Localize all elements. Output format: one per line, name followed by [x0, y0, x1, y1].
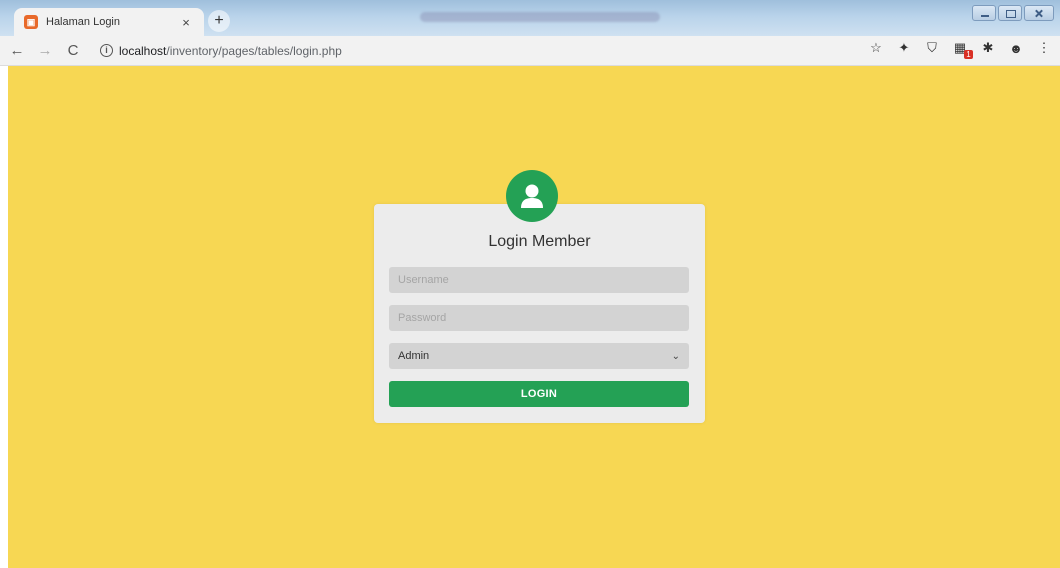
star-icon[interactable]: ☆	[868, 40, 884, 56]
close-window-button[interactable]	[1024, 5, 1054, 21]
url-host: localhost	[119, 43, 167, 58]
login-button[interactable]: LOGIN	[389, 381, 689, 407]
browser-titlebar: ▣ Halaman Login × +	[0, 0, 1060, 36]
app-favicon-icon: ▣	[24, 15, 38, 29]
tab-close-icon[interactable]: ×	[178, 15, 194, 30]
menu-dots-icon[interactable]: ⋮	[1036, 40, 1052, 56]
badge-extension-icon[interactable]: ▦	[952, 40, 973, 59]
tab-title: Halaman Login	[46, 16, 120, 28]
login-page: Login Member Admin ⌄ LOGIN	[8, 66, 1060, 568]
browser-toolbar: ← → C i localhost/inventory/pages/tables…	[0, 36, 1060, 66]
extensions-area: ☆ ✦ ⛉ ▦ ✱ ☻ ⋮	[868, 40, 1052, 59]
username-input[interactable]	[389, 267, 689, 293]
site-info-icon[interactable]: i	[100, 44, 113, 57]
profile-avatar-icon[interactable]: ☻	[1008, 41, 1024, 56]
window-title-blurred	[420, 12, 660, 22]
url-text: localhost/inventory/pages/tables/login.p…	[119, 44, 342, 58]
browser-tab[interactable]: ▣ Halaman Login ×	[14, 8, 204, 36]
role-select-value: Admin	[398, 350, 430, 362]
new-tab-button[interactable]: +	[208, 10, 230, 32]
chevron-down-icon: ⌄	[671, 350, 680, 362]
login-card: Login Member Admin ⌄ LOGIN	[374, 204, 705, 423]
puzzle-icon[interactable]: ✱	[980, 40, 996, 56]
forward-button[interactable]: →	[34, 40, 56, 62]
shield-extension-icon[interactable]: ⛉	[924, 40, 940, 56]
address-bar[interactable]: i localhost/inventory/pages/tables/login…	[94, 39, 874, 62]
minimize-button[interactable]	[972, 5, 996, 21]
user-avatar-icon	[506, 170, 558, 222]
maximize-button[interactable]	[998, 5, 1022, 21]
reload-button[interactable]: C	[62, 40, 84, 62]
url-path: /inventory/pages/tables/login.php	[166, 43, 342, 58]
extension-pin-icon[interactable]: ✦	[896, 40, 912, 56]
back-button[interactable]: ←	[6, 40, 28, 62]
role-select[interactable]: Admin ⌄	[389, 343, 689, 369]
window-controls	[972, 5, 1054, 21]
login-title: Login Member	[488, 233, 591, 250]
password-input[interactable]	[389, 305, 689, 331]
